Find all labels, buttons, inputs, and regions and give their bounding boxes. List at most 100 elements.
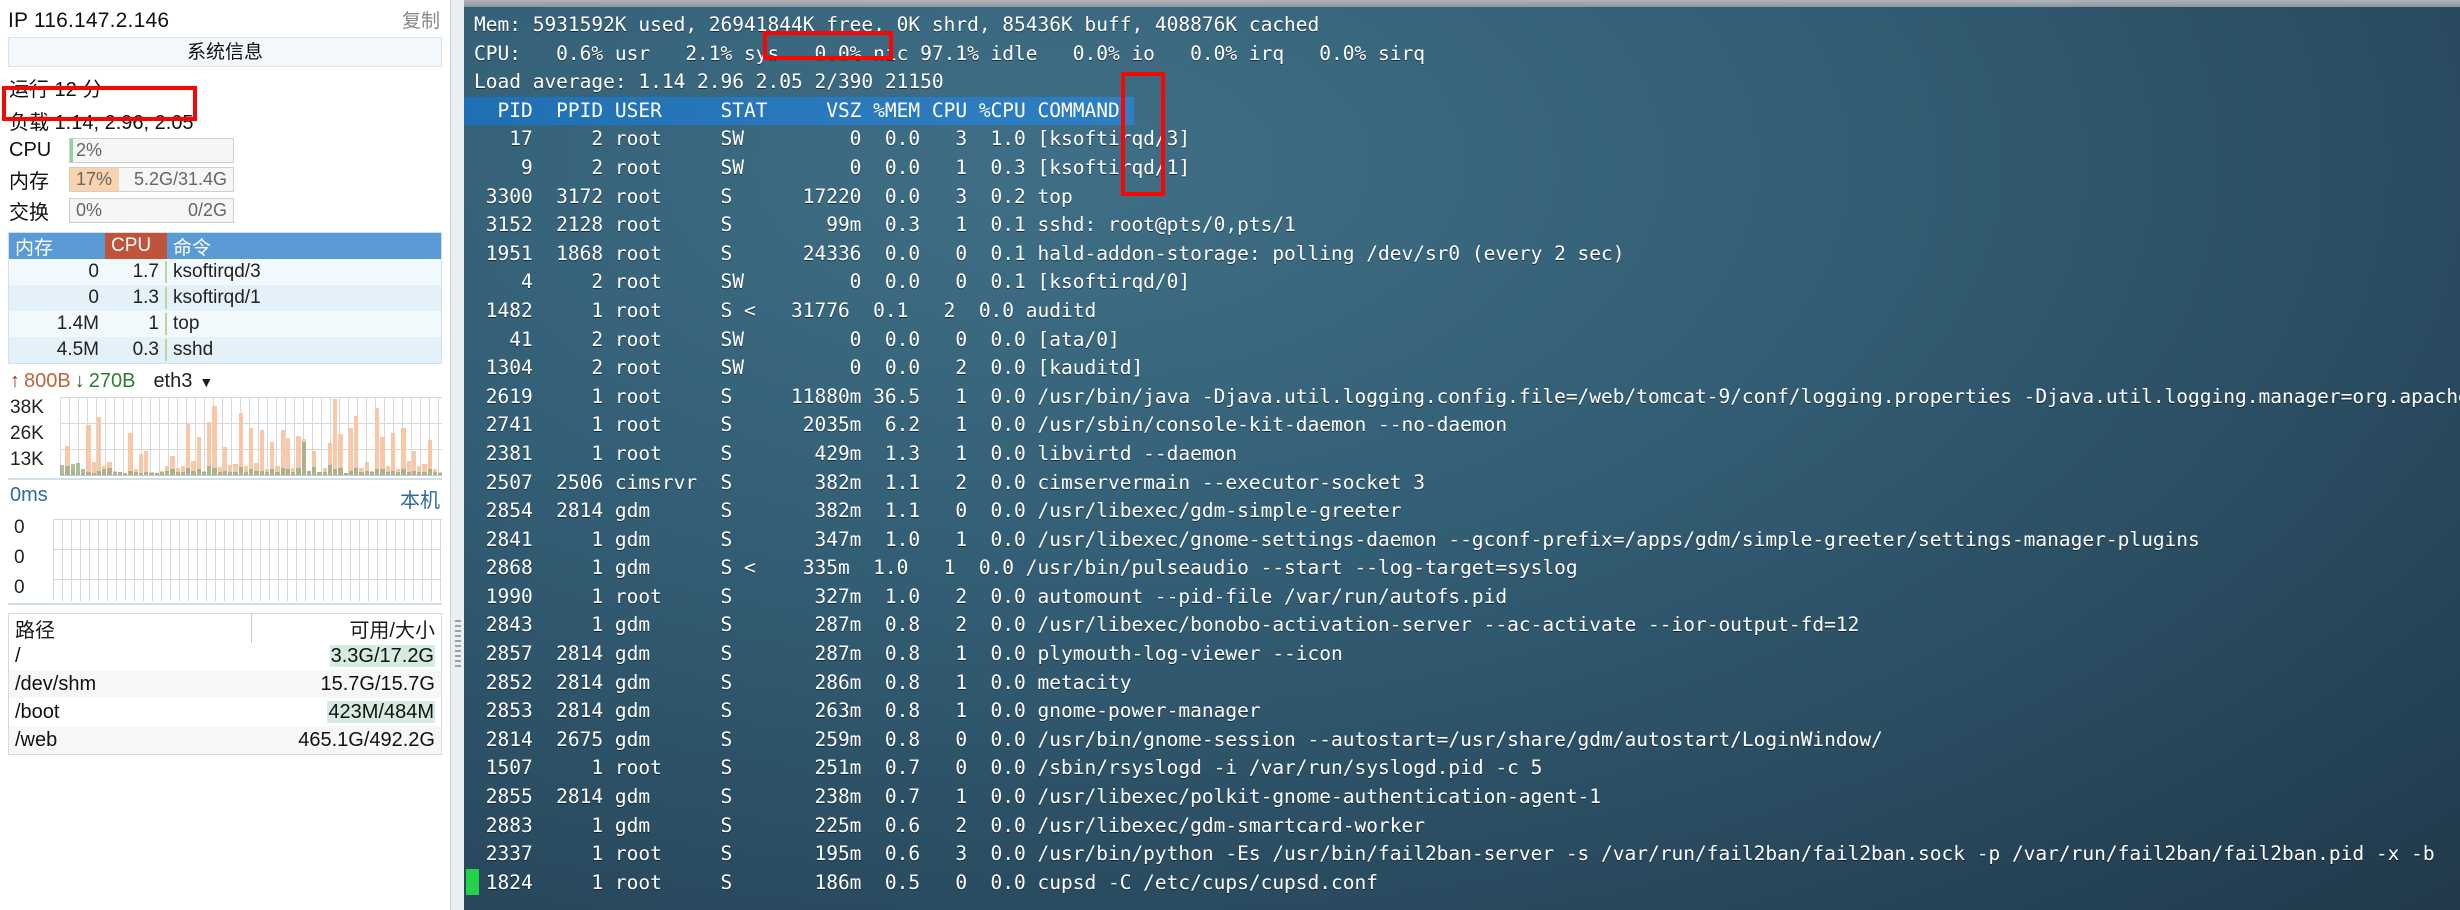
terminal-process-row: 2868 1 gdm S < 335m 1.0 1 0.0 /usr/bin/p… (474, 556, 1578, 580)
graph-bar (338, 468, 343, 475)
graph-bar (380, 469, 385, 475)
ip-row: IP 116.147.2.146 复制 (0, 0, 450, 35)
size-highlight: 3.3G/17.2G (329, 644, 435, 667)
graph-bar (264, 471, 269, 475)
table-row[interactable]: 1.4M 1 top (9, 311, 441, 337)
meter-percent-mem: 17% (76, 169, 113, 189)
col-header-path[interactable]: 路径 (9, 614, 251, 643)
meter-percent-cpu: 2% (76, 140, 103, 160)
copy-button[interactable]: 复制 (402, 6, 440, 33)
graph-bar (291, 471, 296, 475)
size-highlight: 423M/484M (327, 700, 435, 723)
terminal-process-row: 41 2 root SW 0 0.0 0 0.0 [ata/0] (474, 327, 1120, 351)
col-header-cpu[interactable]: CPU (105, 233, 167, 259)
graph-bar (212, 468, 217, 475)
graph-bar (207, 466, 212, 475)
terminal-process-row: 2843 1 gdm S 287m 0.8 2 0.0 /usr/libexec… (474, 613, 1860, 637)
graph-bar (254, 470, 259, 475)
system-info-button[interactable]: 系统信息 (8, 37, 442, 67)
graph-bar (385, 471, 390, 475)
cell-path: /boot (15, 700, 60, 723)
meter-label-mem: 内存 (9, 171, 49, 193)
terminal-output[interactable]: Mem: 5931592K used, 26941844K free, 0K s… (464, 0, 2460, 910)
cell-mem: 1.4M (56, 313, 99, 334)
terminal-process-row: 2814 2675 gdm S 259m 0.8 0 0.0 /usr/bin/… (474, 727, 1883, 751)
network-graph-y-axis: 38K 26K 13K (10, 395, 58, 473)
graph-bar (159, 471, 164, 475)
graph-bar (243, 471, 248, 475)
graph-bar (343, 472, 348, 475)
terminal-process-row: 1507 1 root S 251m 0.7 0 0.0 /sbin/rsysl… (474, 756, 1543, 780)
scrollbar-grip[interactable] (455, 620, 461, 668)
terminal-process-row: 2507 2506 cimsrvr S 382m 1.1 2 0.0 cimse… (474, 470, 1425, 494)
meter-bar-cpu[interactable]: 2% (69, 138, 234, 163)
table-row[interactable]: /boot 423M/484M (9, 698, 441, 726)
terminal-process-row: 3300 3172 root S 17220 0.0 3 0.2 top (474, 184, 1073, 208)
graph-bar (133, 471, 138, 475)
cell-command: top (173, 313, 200, 334)
graph-bar (117, 471, 122, 475)
table-row[interactable]: /web 465.1G/492.2G (9, 726, 441, 754)
graph-bar (149, 472, 154, 475)
table-row[interactable]: / 3.3G/17.2G (9, 642, 441, 670)
graph-bar (128, 470, 133, 475)
terminal-mem-line: Mem: 5931592K used, 26941844K free, 0K s… (474, 13, 1320, 36)
graph-bar (186, 468, 191, 475)
graph-bar (427, 469, 432, 475)
graph-bar (86, 471, 91, 475)
cell-cpu: 1.7 (105, 261, 167, 283)
ip-address-label: IP 116.147.2.146 (8, 9, 170, 32)
panel-divider-scrollbar[interactable] (450, 0, 464, 910)
disk-table-header: 路径 可用/大小 (9, 613, 441, 643)
graph-bar (123, 472, 128, 475)
table-row[interactable]: 0 1.3 ksoftirqd/1 (9, 285, 441, 311)
graph-bar (196, 469, 201, 475)
table-row[interactable]: /dev/shm 15.7G/15.7G (9, 670, 441, 698)
lat-ytick-2: 0 (14, 577, 25, 598)
cell-cpu: 1 (105, 313, 167, 335)
graph-bar (112, 471, 117, 475)
col-header-command[interactable]: 命令 (167, 233, 441, 260)
interface-selector-label[interactable]: eth3 (153, 370, 192, 393)
cell-path: / (15, 644, 21, 667)
graph-bar (327, 464, 332, 475)
table-row[interactable]: 4.5M 0.3 sshd (9, 337, 441, 363)
col-header-size[interactable]: 可用/大小 (251, 613, 441, 643)
col-header-mem[interactable]: 内存 (9, 233, 105, 260)
terminal-process-row: 2852 2814 gdm S 286m 0.8 1 0.0 metacity (474, 670, 1132, 694)
graph-bar (180, 471, 185, 475)
graph-bar (422, 471, 427, 475)
meter-bar-mem[interactable]: 17% 5.2G/31.4G (69, 167, 234, 192)
graph-bar (228, 471, 233, 475)
meter-bar-swap[interactable]: 0% 0/2G (69, 198, 234, 223)
net-ytick-0: 38K (10, 397, 44, 418)
cell-command: ksoftirqd/1 (173, 287, 261, 308)
lat-ytick-1: 0 (14, 547, 25, 568)
latency-host-label[interactable]: 本机 (400, 484, 440, 513)
graph-bar (275, 471, 280, 475)
terminal-process-row: 1951 1868 root S 24336 0.0 0 0.1 hald-ad… (474, 241, 1625, 265)
terminal-process-row: 2381 1 root S 429m 1.3 1 0.0 libvirtd --… (474, 441, 1238, 465)
terminal-process-row: 4 2 root SW 0 0.0 0 0.1 [ksoftirqd/0] (474, 270, 1191, 294)
resource-meters: CPU 2% 内存 17% 5.2G/31.4G 交换 0% 0/2G (0, 137, 450, 226)
table-row[interactable]: 0 1.7 ksoftirqd/3 (9, 259, 441, 285)
terminal-cpu-line: CPU: 0.6% usr 2.1% sys 0.0% nic 97.1% id… (474, 41, 1425, 65)
graph-bar (217, 471, 222, 475)
terminal-process-row: 2883 1 gdm S 225m 0.6 2 0.0 /usr/libexec… (474, 813, 1425, 837)
meter-fill-cpu (70, 139, 74, 162)
download-rate: 270B (88, 370, 136, 392)
network-summary: ↑ 800B ↓ 270B eth3 ▼ (0, 364, 450, 395)
graph-bar (81, 469, 86, 475)
cell-cpu: 1.3 (105, 287, 167, 309)
terminal-process-row: 1482 1 root S < 31776 0.1 2 0.0 auditd (474, 298, 1097, 322)
graph-bar (306, 470, 311, 475)
disk-usage-table: 路径 可用/大小 /3.3G/17.2G/dev/shm 15.7G/15.7G /… (8, 613, 442, 755)
graph-bar (406, 471, 411, 475)
graph-bar (96, 470, 101, 475)
graph-bar (233, 471, 238, 475)
chevron-down-icon[interactable]: ▼ (199, 374, 213, 390)
meter-label-cpu: CPU (9, 139, 52, 161)
graph-bar (369, 471, 374, 475)
terminal-process-row: 9 2 root SW 0 0.0 1 0.3 [ksoftirqd/1] (474, 155, 1191, 179)
graph-bar (317, 471, 322, 475)
